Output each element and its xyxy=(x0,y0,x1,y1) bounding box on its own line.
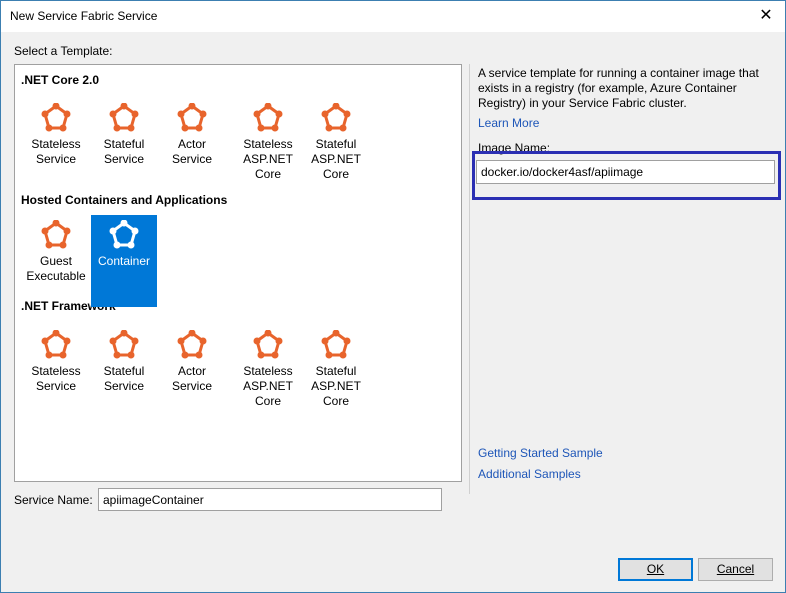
template-tile-label: Actor Service xyxy=(171,137,212,166)
additional-samples-link[interactable]: Additional Samples xyxy=(478,467,581,481)
template-tile-guest-executable[interactable]: Guest Executable xyxy=(23,215,89,311)
service-fabric-icon xyxy=(159,330,225,360)
template-tile-label: Stateful Service xyxy=(103,364,145,393)
service-fabric-icon xyxy=(235,103,301,133)
template-tile-stateful-asp-net-core[interactable]: Stateful ASP.NET Core xyxy=(303,98,369,194)
cancel-button-label: Cancel xyxy=(716,562,755,576)
image-name-input[interactable] xyxy=(476,160,775,184)
template-details-pane: A service template for running a contain… xyxy=(469,64,782,494)
template-tile-label: Stateful Service xyxy=(103,137,145,166)
new-service-dialog: New Service Fabric Service ✕ Select a Te… xyxy=(0,0,786,593)
template-tile-label: Stateless ASP.NET Core xyxy=(243,137,293,181)
learn-more-link[interactable]: Learn More xyxy=(478,116,539,130)
service-fabric-icon xyxy=(91,330,157,360)
title-bar[interactable]: New Service Fabric Service ✕ xyxy=(1,1,785,32)
service-fabric-icon xyxy=(23,103,89,133)
template-tile-label: Stateless Service xyxy=(31,364,81,393)
group-header-containers: Hosted Containers and Applications xyxy=(21,193,228,207)
template-tile-stateless-asp-net-core[interactable]: Stateless ASP.NET Core xyxy=(235,98,301,194)
service-fabric-icon xyxy=(303,330,369,360)
template-tile-actor-service[interactable]: Actor Service xyxy=(159,325,225,421)
getting-started-sample-link[interactable]: Getting Started Sample xyxy=(478,446,603,460)
template-tile-stateless-asp-net-core[interactable]: Stateless ASP.NET Core xyxy=(235,325,301,421)
template-tile-label: Actor Service xyxy=(171,364,212,393)
group-header-netcore: .NET Core 2.0 xyxy=(21,73,100,87)
template-tile-label: Stateless ASP.NET Core xyxy=(243,364,293,408)
template-tile-container[interactable]: Container xyxy=(91,215,157,307)
close-button[interactable]: ✕ xyxy=(755,5,777,27)
service-fabric-icon xyxy=(23,330,89,360)
window-title: New Service Fabric Service xyxy=(10,9,158,23)
template-tile-actor-service[interactable]: Actor Service xyxy=(159,98,225,194)
service-fabric-icon xyxy=(159,103,225,133)
service-fabric-icon xyxy=(303,103,369,133)
template-tile-stateful-service[interactable]: Stateful Service xyxy=(91,325,157,421)
template-description: A service template for running a contain… xyxy=(478,66,759,110)
template-tile-stateful-asp-net-core[interactable]: Stateful ASP.NET Core xyxy=(303,325,369,421)
service-name-input[interactable] xyxy=(98,488,442,511)
template-tile-stateless-service[interactable]: Stateless Service xyxy=(23,325,89,421)
template-list: .NET Core 2.0 Hosted Containers and Appl… xyxy=(14,64,462,482)
service-fabric-icon xyxy=(91,220,157,250)
service-fabric-icon xyxy=(23,220,89,250)
template-tile-label: Stateful ASP.NET Core xyxy=(311,364,361,408)
service-name-label: Service Name: xyxy=(14,493,93,507)
template-tile-label: Container xyxy=(97,254,151,268)
template-tile-label: Guest Executable xyxy=(26,254,86,283)
template-tile-label: Stateful ASP.NET Core xyxy=(311,137,361,181)
template-tile-stateless-service[interactable]: Stateless Service xyxy=(23,98,89,194)
template-tile-stateful-service[interactable]: Stateful Service xyxy=(91,98,157,194)
cancel-button[interactable]: Cancel xyxy=(698,558,773,581)
select-template-label: Select a Template: xyxy=(14,44,113,58)
template-tile-label: Stateless Service xyxy=(31,137,81,166)
ok-button[interactable]: OK xyxy=(618,558,693,581)
service-fabric-icon xyxy=(235,330,301,360)
service-fabric-icon xyxy=(91,103,157,133)
ok-button-label: OK xyxy=(646,562,665,576)
